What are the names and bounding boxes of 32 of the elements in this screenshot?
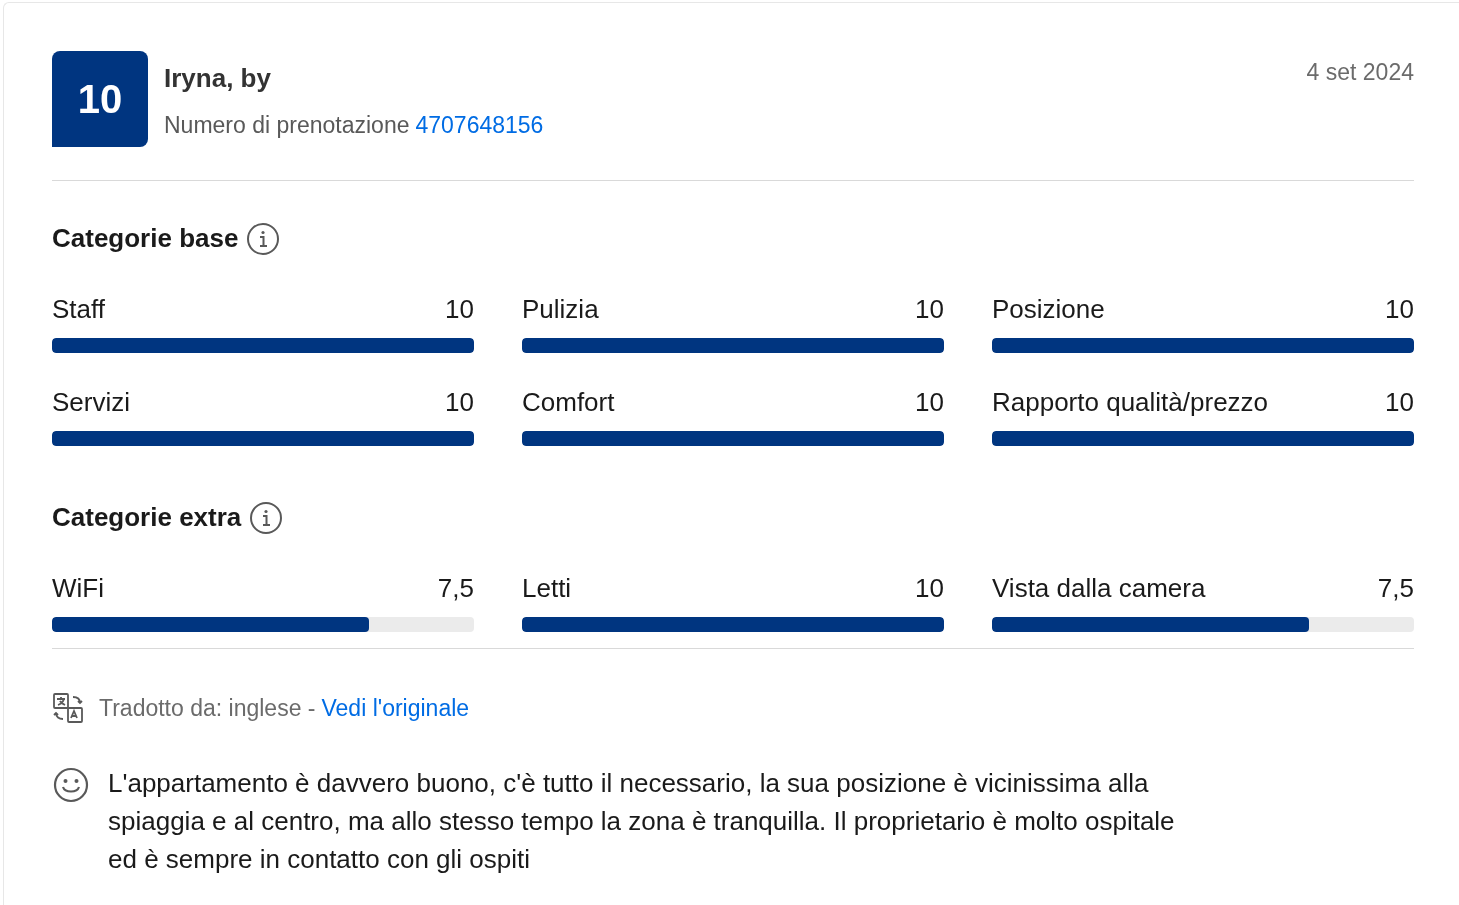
category-score: 7,5: [437, 573, 474, 603]
info-icon[interactable]: [249, 500, 284, 535]
category-name: Rapporto qualità/prezzo: [992, 387, 1269, 417]
booking-label: Numero di prenotazione: [164, 111, 410, 140]
review-date: 4 set 2024: [1306, 58, 1414, 87]
smiley-icon: [52, 765, 90, 804]
category-name: Letti: [522, 573, 572, 603]
section-title: Categorie extra: [52, 501, 242, 534]
section-title: Categorie base: [52, 222, 239, 255]
category-name: Comfort: [522, 387, 615, 417]
category-score: 10: [445, 294, 474, 324]
reviewer-name: Iryna, by: [164, 62, 272, 95]
category-name: WiFi: [52, 573, 104, 603]
category-name: Pulizia: [522, 294, 599, 324]
category-score: 10: [915, 294, 944, 324]
category-name: Staff: [52, 294, 105, 324]
score-badge: 10: [52, 51, 148, 147]
category-score: 10: [915, 387, 944, 417]
category-score: 10: [1385, 294, 1414, 324]
category-name: Servizi: [52, 387, 130, 417]
translation-label: Tradotto da: inglese -: [99, 694, 316, 723]
category-score: 10: [915, 573, 944, 603]
info-icon[interactable]: [246, 221, 281, 256]
review-comment: L'appartamento è davvero buono, c'è tutto il necessario, la sua posizione è vicinissima alla spiaggia e al centro, ma allo stesso tempo la zona è tranquilla. Il proprietario è molto ospitale ed è sempre in contatto con gli ospiti: [108, 766, 1176, 876]
category-score: 10: [1385, 387, 1414, 417]
category-score: 7,5: [1377, 573, 1414, 603]
booking-number-link[interactable]: 4707648156: [415, 108, 544, 143]
category-name: Vista dalla camera: [992, 573, 1206, 603]
translate-icon: [52, 692, 84, 725]
original-link[interactable]: Vedi l'originale: [321, 691, 470, 726]
category-name: Posizione: [992, 294, 1105, 324]
category-score: 10: [445, 387, 474, 417]
